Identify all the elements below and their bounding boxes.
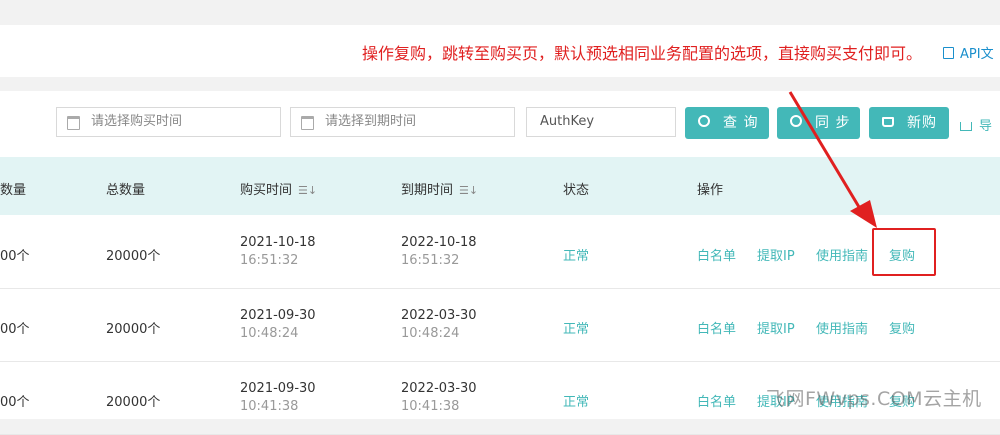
watermark: 飞网FWvps.COM云主机 <box>766 388 982 410</box>
arrow-head <box>850 200 877 228</box>
annotation-arrow <box>788 91 877 228</box>
arrow-line <box>788 91 864 213</box>
